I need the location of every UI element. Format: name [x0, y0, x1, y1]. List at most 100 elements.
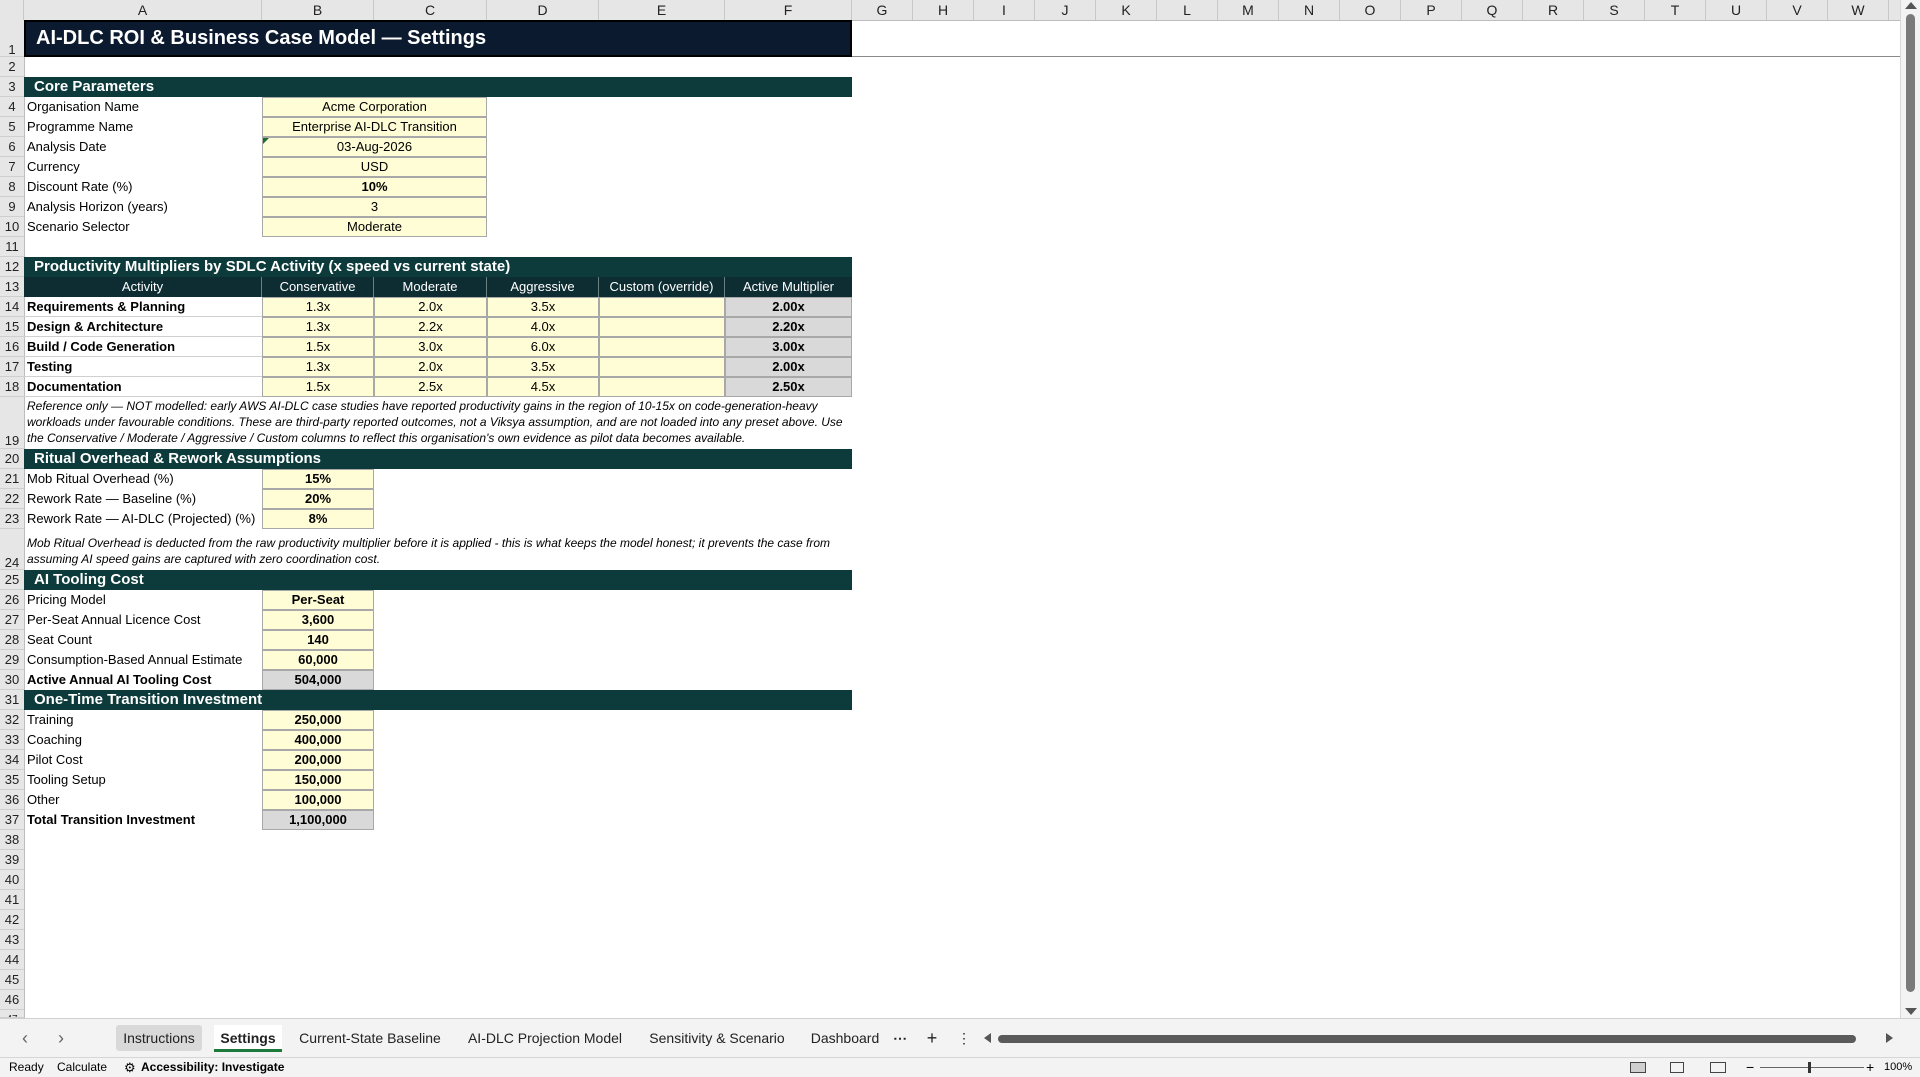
multipliers-reference-note[interactable]: Reference only — NOT modelled: early AWS… [24, 398, 852, 449]
row-header[interactable]: 21 [0, 469, 24, 489]
scroll-up-icon[interactable] [1905, 2, 1917, 9]
sheet-title[interactable]: AI-DLC ROI & Business Case Model — Setti… [24, 20, 852, 57]
zoom-slider[interactable] [1760, 1067, 1864, 1068]
row-header[interactable]: 38 [0, 830, 24, 850]
core-label[interactable]: Analysis Horizon (years) [24, 197, 262, 217]
row-header[interactable]: 18 [0, 377, 24, 397]
multiplier-moderate[interactable]: 2.2x [374, 317, 487, 337]
transition-value-coaching[interactable]: 400,000 [262, 730, 374, 750]
tab-ai-dlc-projection-model[interactable]: AI-DLC Projection Model [460, 1025, 630, 1051]
core-value-discount-rate[interactable]: 10% [262, 177, 487, 197]
add-sheet-icon[interactable]: + [922, 1025, 942, 1051]
activity-label[interactable]: Build / Code Generation [24, 337, 262, 357]
column-header-f[interactable]: F [725, 0, 852, 20]
core-value-scenario-selector[interactable]: Moderate [262, 217, 487, 237]
core-label[interactable]: Programme Name [24, 117, 262, 137]
transition-label[interactable]: Coaching [24, 730, 262, 750]
activity-label[interactable]: Documentation [24, 377, 262, 397]
column-header-n[interactable]: N [1279, 0, 1340, 20]
row-header[interactable]: 33 [0, 730, 24, 750]
transition-value-pilot-cost[interactable]: 200,000 [262, 750, 374, 770]
tooling-value-consumption-estimate[interactable]: 60,000 [262, 650, 374, 670]
tooling-label[interactable]: Consumption-Based Annual Estimate [24, 650, 262, 670]
multiplier-custom[interactable] [599, 297, 725, 317]
column-header-t[interactable]: T [1645, 0, 1706, 20]
multiplier-custom[interactable] [599, 357, 725, 377]
row-header[interactable]: 7 [0, 157, 24, 177]
tooling-value-seat-count[interactable]: 140 [262, 630, 374, 650]
column-header-d[interactable]: D [487, 0, 599, 20]
transition-value-training[interactable]: 250,000 [262, 710, 374, 730]
row-header[interactable]: 20 [0, 449, 24, 469]
tab-settings[interactable]: Settings [214, 1025, 282, 1052]
multiplier-active[interactable]: 2.20x [725, 317, 852, 337]
column-header-p[interactable]: P [1401, 0, 1462, 20]
tab-current-state-baseline[interactable]: Current-State Baseline [292, 1025, 448, 1051]
row-header[interactable]: 35 [0, 770, 24, 790]
table-header-activity[interactable]: Activity [24, 277, 262, 297]
ritual-value-rework-baseline[interactable]: 20% [262, 489, 374, 509]
transition-value-tooling-setup[interactable]: 150,000 [262, 770, 374, 790]
tooling-value-per-seat-cost[interactable]: 3,600 [262, 610, 374, 630]
ritual-overhead-note[interactable]: Mob Ritual Overhead is deducted from the… [24, 535, 852, 570]
transition-label[interactable]: Training [24, 710, 262, 730]
row-header[interactable]: 32 [0, 710, 24, 730]
page-break-view-icon[interactable] [1710, 1062, 1726, 1073]
row-header[interactable]: 19 [0, 397, 24, 449]
row-header[interactable]: 44 [0, 950, 24, 970]
transition-label[interactable]: Other [24, 790, 262, 810]
multiplier-active[interactable]: 2.00x [725, 297, 852, 317]
core-value-analysis-horizon[interactable]: 3 [262, 197, 487, 217]
row-header[interactable]: 30 [0, 670, 24, 690]
column-header-h[interactable]: H [913, 0, 974, 20]
row-header[interactable]: 4 [0, 97, 24, 117]
row-header[interactable]: 13 [0, 277, 24, 297]
row-header[interactable]: 17 [0, 357, 24, 377]
core-value-analysis-date[interactable]: 03-Aug-2026 [262, 137, 487, 157]
tab-options-icon[interactable]: ⋮ [954, 1025, 974, 1051]
column-header-l[interactable]: L [1157, 0, 1218, 20]
row-header[interactable]: 14 [0, 297, 24, 317]
row-header[interactable]: 23 [0, 509, 24, 529]
status-accessibility[interactable]: Accessibility: Investigate [141, 1058, 284, 1077]
column-header-j[interactable]: J [1035, 0, 1096, 20]
tooling-total-label[interactable]: Active Annual AI Tooling Cost [24, 670, 262, 690]
row-header[interactable]: 37 [0, 810, 24, 830]
row-header[interactable]: 5 [0, 117, 24, 137]
transition-label[interactable]: Tooling Setup [24, 770, 262, 790]
hscroll-right-icon[interactable] [1886, 1033, 1893, 1043]
multiplier-moderate[interactable]: 3.0x [374, 337, 487, 357]
multiplier-custom[interactable] [599, 337, 725, 357]
row-header[interactable]: 46 [0, 990, 24, 1010]
section-header-productivity-multipliers[interactable]: Productivity Multipliers by SDLC Activit… [24, 257, 852, 277]
section-header-transition-investment[interactable]: One-Time Transition Investment [24, 690, 852, 710]
zoom-slider-thumb[interactable] [1808, 1062, 1811, 1073]
section-header-ai-tooling-cost[interactable]: AI Tooling Cost [24, 570, 852, 590]
core-label[interactable]: Organisation Name [24, 97, 262, 117]
activity-label[interactable]: Testing [24, 357, 262, 377]
multiplier-conservative[interactable]: 1.3x [262, 357, 374, 377]
row-header[interactable]: 24 [0, 529, 24, 570]
table-header-conservative[interactable]: Conservative [262, 277, 374, 297]
row-header[interactable]: 16 [0, 337, 24, 357]
row-header[interactable]: 12 [0, 257, 24, 277]
section-header-core-parameters[interactable]: Core Parameters [24, 77, 852, 97]
vertical-scrollbar[interactable] [1900, 0, 1920, 1018]
multiplier-aggressive[interactable]: 3.5x [487, 357, 599, 377]
row-header[interactable]: 34 [0, 750, 24, 770]
row-header[interactable]: 29 [0, 650, 24, 670]
tooling-label[interactable]: Seat Count [24, 630, 262, 650]
row-header[interactable]: 15 [0, 317, 24, 337]
core-label[interactable]: Analysis Date [24, 137, 262, 157]
row-header[interactable]: 39 [0, 850, 24, 870]
row-header[interactable]: 25 [0, 570, 24, 590]
column-header-k[interactable]: K [1096, 0, 1157, 20]
vertical-scroll-thumb[interactable] [1906, 14, 1915, 992]
row-header[interactable]: 31 [0, 690, 24, 710]
row-header[interactable]: 9 [0, 197, 24, 217]
more-tabs-icon[interactable]: ⋯ [890, 1025, 910, 1051]
tab-dashboard[interactable]: Dashboard [804, 1025, 886, 1051]
activity-label[interactable]: Design & Architecture [24, 317, 262, 337]
row-header[interactable]: 8 [0, 177, 24, 197]
zoom-level[interactable]: 100% [1884, 1058, 1912, 1077]
